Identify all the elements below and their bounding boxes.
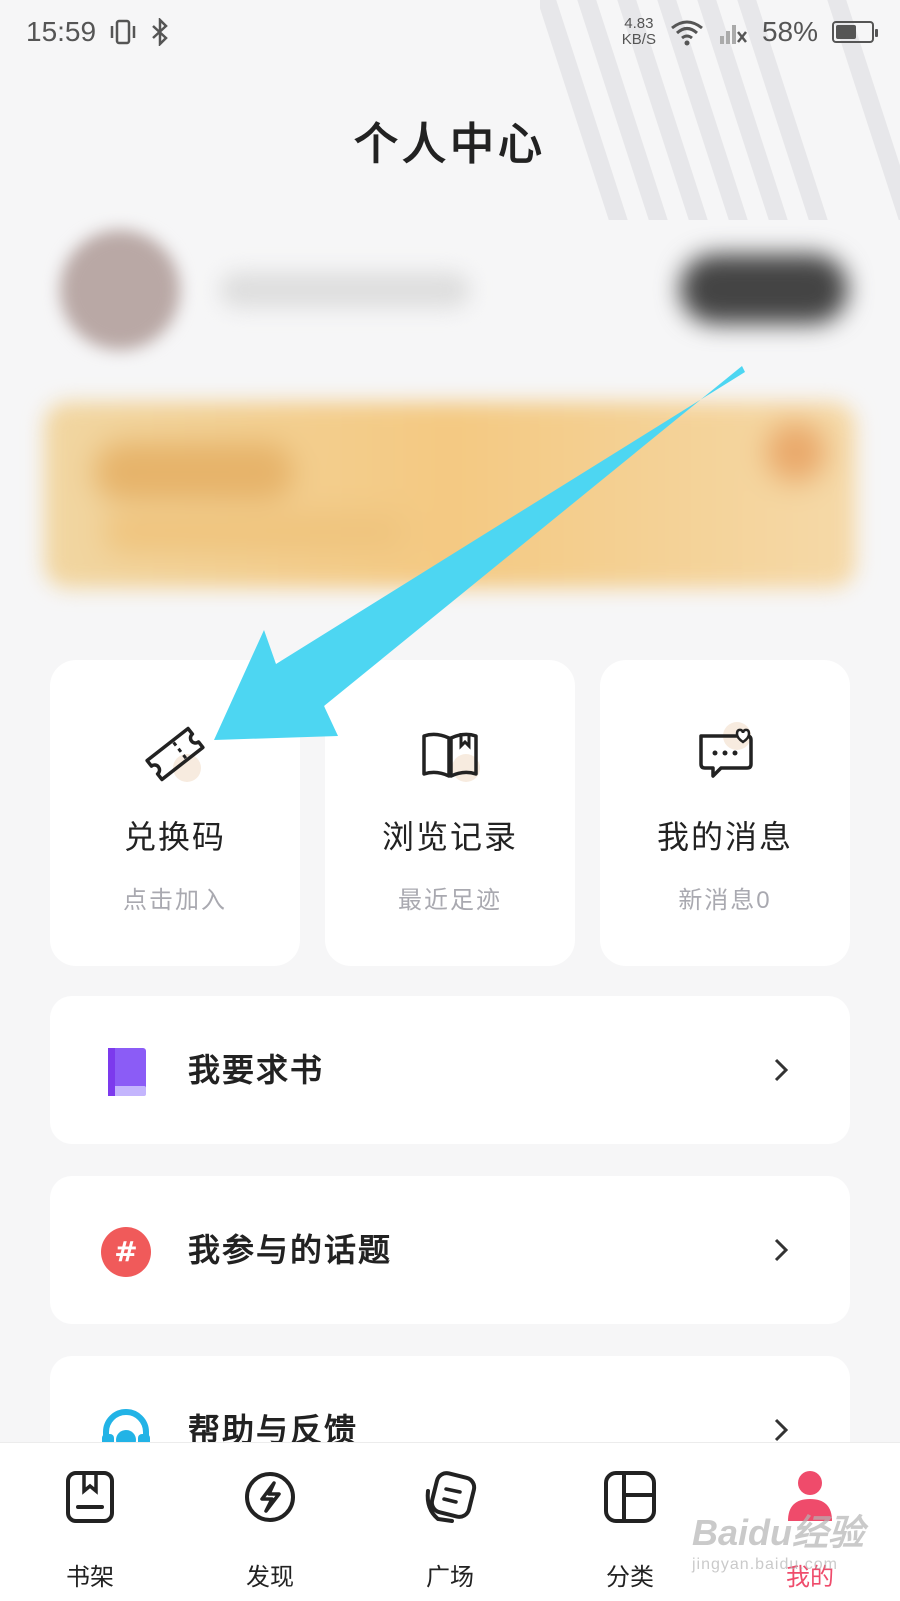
- open-book-icon: [422, 732, 480, 782]
- status-bar: 15:59 4.83 KB/S 58%: [0, 0, 900, 64]
- card-subtitle: 点击加入: [123, 887, 227, 914]
- card-subtitle: 新消息0: [678, 887, 772, 914]
- tab-category[interactable]: 分类: [540, 1443, 720, 1601]
- tab-me[interactable]: 我的: [720, 1443, 900, 1601]
- profile-icon: [788, 1471, 832, 1521]
- profile-row[interactable]: [40, 222, 860, 362]
- bluetooth-icon: [152, 18, 168, 46]
- tab-label: 我的: [786, 1564, 834, 1591]
- card-title: 我的消息: [656, 819, 793, 855]
- battery-percent: 58%: [761, 16, 818, 47]
- category-icon: [604, 1471, 656, 1523]
- chat-heart-icon: [699, 722, 753, 778]
- bookshelf-icon: [66, 1471, 114, 1523]
- vip-banner-blurred[interactable]: [44, 402, 856, 588]
- status-time: 15:59: [26, 16, 97, 47]
- chevron-right-icon: [774, 1418, 789, 1442]
- menu-label: 我参与的话题: [188, 1232, 393, 1268]
- card-title: 浏览记录: [381, 819, 518, 855]
- purple-book-icon: [108, 1048, 146, 1096]
- tab-discover[interactable]: 发现: [180, 1443, 360, 1601]
- redeem-code-card[interactable]: 兑换码 点击加入: [50, 660, 300, 966]
- status-right: 4.83 KB/S 58%: [622, 16, 878, 48]
- tab-label: 书架: [66, 1564, 114, 1591]
- wifi-icon: [671, 20, 703, 46]
- svg-text:#: #: [114, 1235, 137, 1268]
- ticket-icon: [145, 726, 205, 782]
- chevron-right-icon: [774, 1058, 789, 1082]
- battery-level: [836, 25, 856, 39]
- bottom-tab-bar: 书架 发现 广场 分类 我的: [0, 1442, 900, 1601]
- card-subtitle: 最近足迹: [398, 887, 502, 914]
- nickname-blurred: [220, 272, 470, 308]
- login-button-blurred[interactable]: [680, 254, 848, 324]
- hashtag-icon: #: [101, 1227, 151, 1277]
- network-speed: 4.83 KB/S: [622, 16, 656, 48]
- chevron-right-icon: [774, 1238, 789, 1262]
- vibrate-icon: [110, 19, 136, 45]
- battery-icon: [832, 21, 878, 43]
- tab-label: 发现: [246, 1564, 294, 1591]
- my-messages-card[interactable]: 我的消息 新消息0: [600, 660, 850, 966]
- menu-label: 我要求书: [188, 1052, 325, 1088]
- no-signal-icon: [719, 25, 747, 44]
- square-icon: [425, 1471, 477, 1523]
- speed-value: 4.83: [624, 15, 654, 32]
- tab-label: 分类: [606, 1564, 654, 1591]
- book-request-item[interactable]: 我要求书: [50, 996, 850, 1144]
- page-title: 个人中心: [354, 119, 546, 170]
- tab-label: 广场: [426, 1564, 474, 1591]
- my-topics-item[interactable]: # 我参与的话题: [50, 1176, 850, 1324]
- discover-icon: [245, 1472, 295, 1522]
- card-title: 兑换码: [123, 819, 226, 855]
- speed-unit: KB/S: [621, 31, 656, 48]
- browse-history-card[interactable]: 浏览记录 最近足迹: [325, 660, 575, 966]
- avatar[interactable]: [60, 230, 180, 350]
- tab-square[interactable]: 广场: [360, 1443, 540, 1601]
- status-left: 15:59: [26, 16, 170, 48]
- tab-bookshelf[interactable]: 书架: [0, 1443, 180, 1601]
